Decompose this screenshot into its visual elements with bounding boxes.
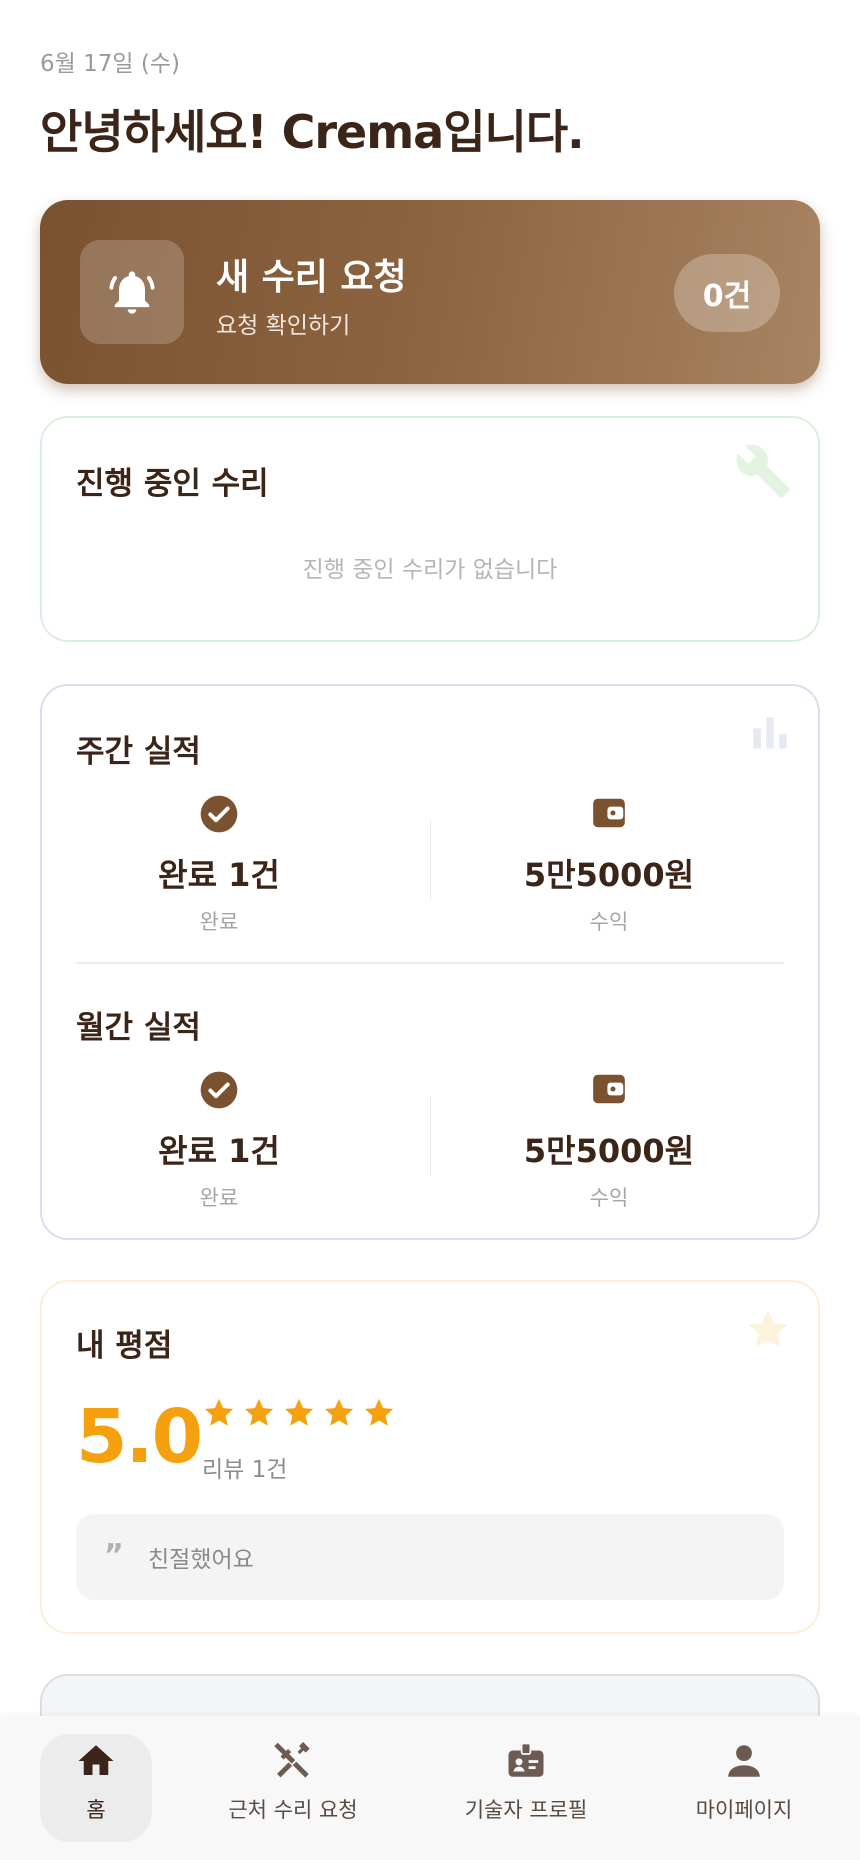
latest-review-text: 친절했어요 (148, 1547, 254, 1573)
monthly-earnings-label: 수익 (589, 1186, 629, 1210)
star-icon (204, 1398, 234, 1426)
monthly-divider (430, 1096, 431, 1176)
star-rating (202, 1396, 396, 1430)
quote-icon: ” (104, 1538, 124, 1573)
greeting-title: 안녕하세요! Crema입니다. (40, 105, 585, 159)
nav-mypage-label: 마이페이지 (695, 1798, 793, 1822)
bottom-navigation: 홈 근처 수리 요청 기술자 프로필 마이페이지 (0, 1716, 860, 1860)
weekly-completed-stat: 완료 1건 완료 (42, 794, 396, 936)
in-progress-card: 진행 중인 수리 진행 중인 수리가 없습니다 (40, 416, 820, 642)
empty-in-progress-text: 진행 중인 수리가 없습니다 (302, 557, 558, 583)
star-icon (284, 1398, 314, 1426)
weekly-stats-title: 주간 실적 (76, 734, 201, 770)
weekly-earnings-stat: 5만5000원 수익 (432, 794, 786, 936)
star-icon (244, 1398, 274, 1426)
weekly-completed-label: 완료 (199, 910, 239, 934)
person-icon (682, 1734, 806, 1782)
latest-review[interactable]: ” 친절했어요 (76, 1514, 784, 1600)
banner-subtitle[interactable]: 요청 확인하기 (216, 306, 350, 340)
new-repair-request-banner[interactable]: 새 수리 요청 요청 확인하기 0건 (40, 200, 820, 384)
nav-nearby-label: 근처 수리 요청 (228, 1798, 358, 1822)
weekly-earnings-label: 수익 (589, 910, 629, 934)
nav-mypage[interactable]: 마이페이지 (682, 1734, 806, 1842)
bell-icon (80, 240, 184, 344)
monthly-earnings-stat: 5만5000원 수익 (432, 1070, 786, 1212)
monthly-completed-value: 완료 1건 (158, 1132, 280, 1170)
rating-score: 5.0 (76, 1394, 203, 1480)
check-circle-icon (42, 1070, 396, 1110)
nav-technician-profile[interactable]: 기술자 프로필 (454, 1734, 598, 1842)
stats-divider (76, 962, 784, 964)
review-count: 리뷰 1건 (202, 1457, 288, 1483)
bar-chart-icon (748, 710, 792, 758)
banner-title: 새 수리 요청 (216, 257, 407, 298)
monthly-completed-stat: 완료 1건 완료 (42, 1070, 396, 1212)
weekly-earnings-value: 5만5000원 (523, 856, 695, 894)
date-label: 6월 17일 (수) (40, 51, 180, 77)
check-circle-icon (42, 794, 396, 834)
wallet-icon (432, 794, 786, 834)
monthly-earnings-value: 5만5000원 (523, 1132, 695, 1170)
star-icon (324, 1398, 354, 1426)
home-icon (40, 1734, 152, 1782)
wrench-icon (734, 442, 792, 504)
weekly-completed-value: 완료 1건 (158, 856, 280, 894)
performance-card: 주간 실적 완료 1건 완료 5만5000원 수익 월간 실적 완료 1건 완료… (40, 684, 820, 1240)
in-progress-title: 진행 중인 수리 (76, 466, 269, 502)
id-badge-icon (454, 1734, 598, 1782)
weekly-divider (430, 820, 431, 900)
request-count-badge: 0건 (674, 254, 780, 332)
star-icon (744, 1306, 792, 1358)
monthly-stats-title: 월간 실적 (76, 1010, 201, 1046)
rating-card: 내 평점 5.0 리뷰 1건 ” 친절했어요 (40, 1280, 820, 1634)
rating-title: 내 평점 (76, 1328, 173, 1364)
monthly-completed-label: 완료 (199, 1186, 239, 1210)
star-icon (364, 1398, 394, 1426)
wallet-icon (432, 1070, 786, 1110)
nav-home[interactable]: 홈 (40, 1734, 152, 1842)
nav-home-label: 홈 (86, 1798, 106, 1822)
nav-profile-label: 기술자 프로필 (464, 1798, 588, 1822)
nav-nearby-requests[interactable]: 근처 수리 요청 (210, 1734, 376, 1842)
tools-icon (210, 1734, 376, 1782)
